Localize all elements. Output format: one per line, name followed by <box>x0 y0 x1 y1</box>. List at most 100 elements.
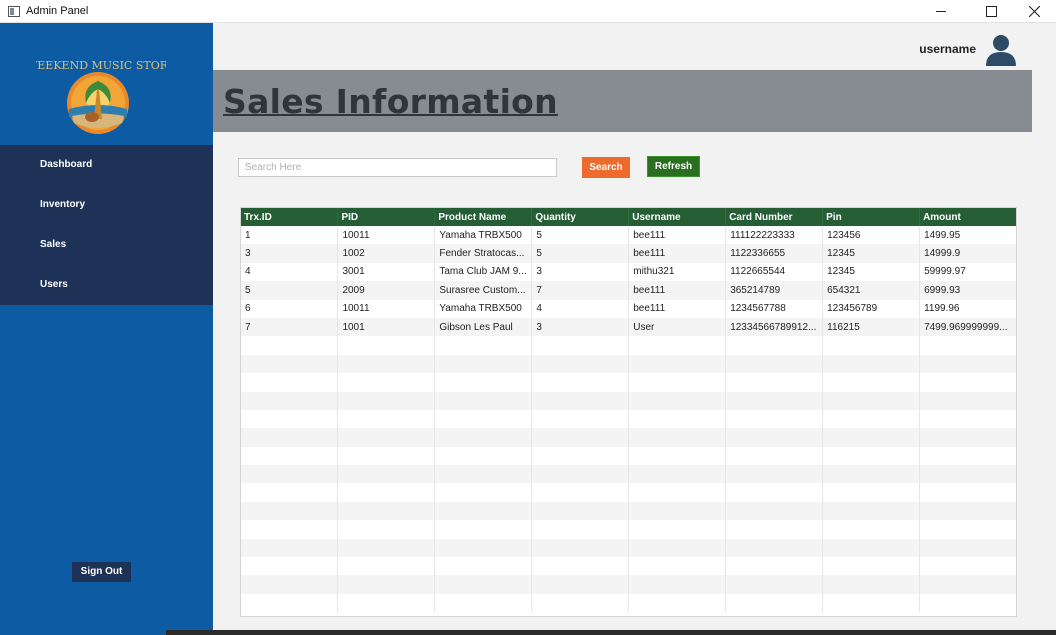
maximize-icon[interactable] <box>968 0 1014 23</box>
table-cell: Surasree Custom... <box>434 281 533 300</box>
column-header-trx-id[interactable]: Trx.ID <box>241 208 339 226</box>
empty-table-cell <box>241 446 339 466</box>
empty-table-cell <box>337 575 436 594</box>
page-title: Sales Information <box>223 82 558 121</box>
table-row[interactable]: 7 1001 Gibson Les Paul 3 User 12334566789912.… <box>241 317 1016 337</box>
empty-table-cell <box>628 428 727 447</box>
empty-table-cell <box>434 336 533 355</box>
table-cell: Yamaha TRBX500 <box>434 299 533 318</box>
empty-table-cell <box>822 428 921 447</box>
empty-table-cell <box>725 593 824 613</box>
empty-table-cell <box>337 409 436 429</box>
empty-table-cell <box>434 465 533 484</box>
empty-table-row <box>241 501 1016 521</box>
search-input[interactable] <box>238 158 557 177</box>
empty-table-cell <box>241 465 339 484</box>
empty-table-cell <box>822 336 921 355</box>
empty-table-cell <box>241 557 339 576</box>
logo-text: WEEKEND MUSIC STORE <box>36 59 166 72</box>
sidebar-item-dashboard[interactable]: Dashboard <box>0 145 213 185</box>
table-cell: 2009 <box>337 281 436 300</box>
empty-table-cell <box>628 391 727 410</box>
empty-table-cell <box>725 446 824 466</box>
empty-table-cell <box>434 575 533 594</box>
empty-table-cell <box>628 354 727 374</box>
column-header-pid[interactable]: PID <box>337 208 436 226</box>
table-cell: 111122223333 <box>725 226 824 245</box>
table-cell: 3001 <box>337 262 436 282</box>
table-cell: bee111 <box>628 244 727 263</box>
empty-table-cell <box>434 428 533 447</box>
empty-table-cell <box>628 501 727 521</box>
column-header-amount[interactable]: Amount <box>919 208 1016 226</box>
table-cell: 1 <box>241 226 339 245</box>
empty-table-cell <box>531 538 630 558</box>
empty-table-cell <box>628 336 727 355</box>
table-row[interactable]: 4 3001 Tama Club JAM 9... 3 mithu321 11226655… <box>241 262 1016 282</box>
empty-table-cell <box>725 373 824 392</box>
empty-table-cell <box>531 465 630 484</box>
empty-table-cell <box>919 428 1016 447</box>
empty-table-cell <box>628 373 727 392</box>
refresh-button[interactable]: Refresh <box>647 156 700 177</box>
empty-table-cell <box>822 354 921 374</box>
empty-table-cell <box>241 354 339 374</box>
table-row[interactable]: 5 2009 Surasree Custom... 7 bee111 365214789 6… <box>241 281 1016 300</box>
sidebar-item-sales[interactable]: Sales <box>0 225 213 265</box>
table-row[interactable]: 3 1002 Fender Stratocas... 5 bee111 112233665… <box>241 244 1016 263</box>
table-cell: bee111 <box>628 281 727 300</box>
table-cell: Yamaha TRBX500 <box>434 226 533 245</box>
sidebar-item-users[interactable]: Users <box>0 265 213 305</box>
empty-table-cell <box>531 593 630 613</box>
column-header-username[interactable]: Username <box>628 208 727 226</box>
table-cell: 1234567788 <box>725 299 824 318</box>
minimize-icon[interactable] <box>918 0 964 23</box>
sales-table[interactable]: Trx.ID PID Product Name Quantity Usernam… <box>240 207 1017 617</box>
column-header-card-number[interactable]: Card Number <box>725 208 824 226</box>
empty-table-row <box>241 593 1016 613</box>
empty-table-row <box>241 557 1016 576</box>
table-row[interactable]: 1 10011 Yamaha TRBX500 5 bee111 111122223333 1… <box>241 226 1016 245</box>
empty-table-cell <box>725 520 824 539</box>
table-cell: 7499.969999999... <box>919 317 1016 337</box>
table-cell: 10011 <box>337 299 436 318</box>
empty-table-row <box>241 520 1016 539</box>
empty-table-cell <box>241 575 339 594</box>
table-cell: 5 <box>531 226 630 245</box>
close-icon[interactable] <box>1010 0 1056 23</box>
column-header-quantity[interactable]: Quantity <box>531 208 630 226</box>
sidebar-item-inventory[interactable]: Inventory <box>0 185 213 225</box>
window-title: Admin Panel <box>26 5 89 17</box>
empty-table-cell <box>628 520 727 539</box>
empty-table-row <box>241 373 1016 392</box>
empty-table-cell <box>919 354 1016 374</box>
table-row[interactable]: 6 10011 Yamaha TRBX500 4 bee111 1234567788 123… <box>241 299 1016 318</box>
empty-table-row <box>241 446 1016 466</box>
empty-table-row <box>241 428 1016 447</box>
empty-table-cell <box>434 354 533 374</box>
empty-table-cell <box>628 446 727 466</box>
empty-table-cell <box>531 520 630 539</box>
table-cell: 4 <box>531 299 630 318</box>
empty-table-cell <box>531 354 630 374</box>
main-content: username Sales Information Search Refres… <box>213 23 1056 635</box>
user-avatar-icon[interactable] <box>984 34 1018 66</box>
column-header-pin[interactable]: Pin <box>822 208 921 226</box>
empty-table-cell <box>822 446 921 466</box>
window-titlebar: Admin Panel <box>0 0 1056 23</box>
empty-table-cell <box>241 538 339 558</box>
table-cell: 14999.9 <box>919 244 1016 263</box>
empty-table-cell <box>725 391 824 410</box>
empty-table-cell <box>531 575 630 594</box>
table-cell: 1122665544 <box>725 262 824 282</box>
empty-table-cell <box>337 465 436 484</box>
column-header-product-name[interactable]: Product Name <box>434 208 533 226</box>
empty-table-row <box>241 465 1016 484</box>
sign-out-button[interactable]: Sign Out <box>72 562 131 582</box>
empty-table-cell <box>241 373 339 392</box>
table-cell: 3 <box>531 262 630 282</box>
empty-table-cell <box>822 465 921 484</box>
empty-table-cell <box>241 336 339 355</box>
search-button[interactable]: Search <box>582 157 630 178</box>
empty-table-cell <box>725 465 824 484</box>
